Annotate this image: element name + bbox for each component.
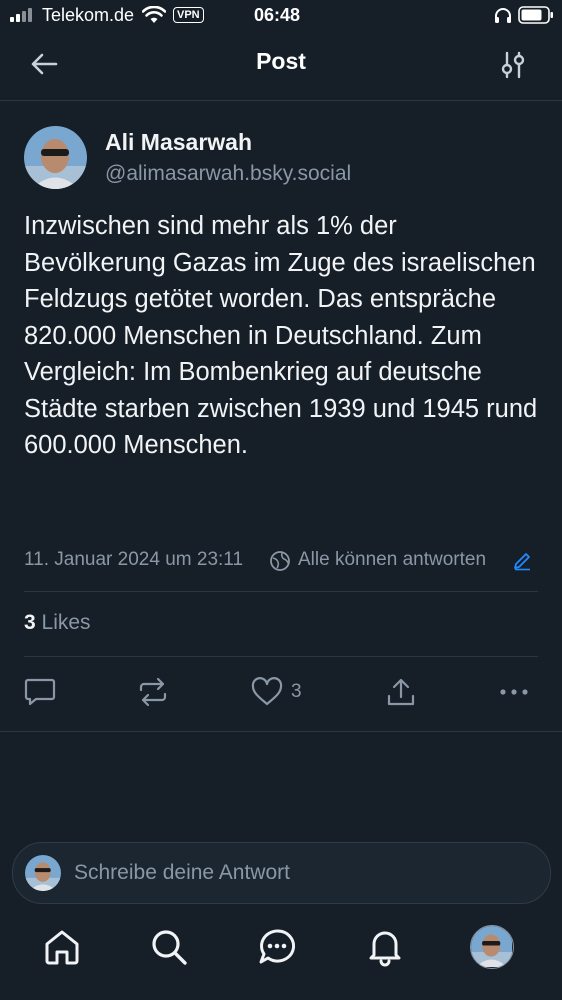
pencil-icon[interactable] <box>512 551 532 571</box>
share-icon <box>387 678 415 706</box>
reply-button[interactable] <box>24 676 56 708</box>
post-date: 11. Januar 2024 um 23:11 <box>24 549 244 570</box>
author-avatar[interactable] <box>24 126 87 189</box>
page-title: Post <box>256 48 306 74</box>
likes-label: Likes <box>41 611 91 634</box>
reply-setting[interactable]: Alle können antworten <box>298 549 486 571</box>
tab-profile[interactable] <box>470 925 514 969</box>
my-avatar <box>25 855 61 891</box>
share-button[interactable] <box>385 676 417 708</box>
vpn-badge: VPN <box>173 7 204 23</box>
headphones-icon <box>495 8 511 23</box>
tab-chat[interactable] <box>255 925 299 969</box>
divider <box>24 591 538 592</box>
bell-icon <box>369 931 401 967</box>
repost-button[interactable] <box>137 676 169 708</box>
search-icon <box>152 930 187 965</box>
sliders-icon <box>501 51 525 79</box>
more-icon <box>500 689 528 695</box>
divider <box>0 731 562 732</box>
signal-icon <box>10 8 32 22</box>
likes-count[interactable]: 3 Likes <box>24 611 91 635</box>
heart-icon <box>251 677 283 706</box>
comment-icon <box>24 678 56 706</box>
author-name[interactable]: Ali Masarwah <box>105 129 252 156</box>
status-bar: Telekom.de VPN 06:48 <box>0 0 562 32</box>
likes-number: 3 <box>24 611 36 634</box>
avatar-image <box>25 855 61 891</box>
tab-home[interactable] <box>40 925 84 969</box>
avatar-image <box>24 126 87 189</box>
battery-icon <box>518 6 553 24</box>
clock: 06:48 <box>254 5 301 25</box>
more-button[interactable] <box>498 676 530 708</box>
wifi-icon <box>142 6 166 23</box>
post-text: Inzwischen sind mehr als 1% der Bevölker… <box>24 212 538 459</box>
tab-notifications[interactable] <box>363 925 407 969</box>
reply-placeholder: Schreibe deine Antwort <box>74 861 290 884</box>
like-count: 3 <box>291 681 302 702</box>
home-icon <box>45 930 79 965</box>
profile-avatar <box>471 926 512 967</box>
thread-settings-button[interactable] <box>496 48 530 82</box>
screen: Telekom.de VPN 06:48 Post Ali Masarwah @… <box>0 0 562 1000</box>
tab-search[interactable] <box>147 925 191 969</box>
globe-icon <box>270 551 290 571</box>
post-meta: 11. Januar 2024 um 23:11 Alle können ant… <box>24 547 544 575</box>
divider <box>24 656 538 657</box>
header: Post <box>0 32 562 101</box>
carrier-label: Telekom.de <box>42 5 135 25</box>
chat-icon <box>259 929 296 964</box>
reply-composer[interactable]: Schreibe deine Antwort <box>12 842 551 904</box>
author-handle[interactable]: @alimasarwah.bsky.social <box>105 162 351 186</box>
like-button[interactable]: 3 <box>251 676 302 708</box>
repost-icon <box>139 677 167 707</box>
